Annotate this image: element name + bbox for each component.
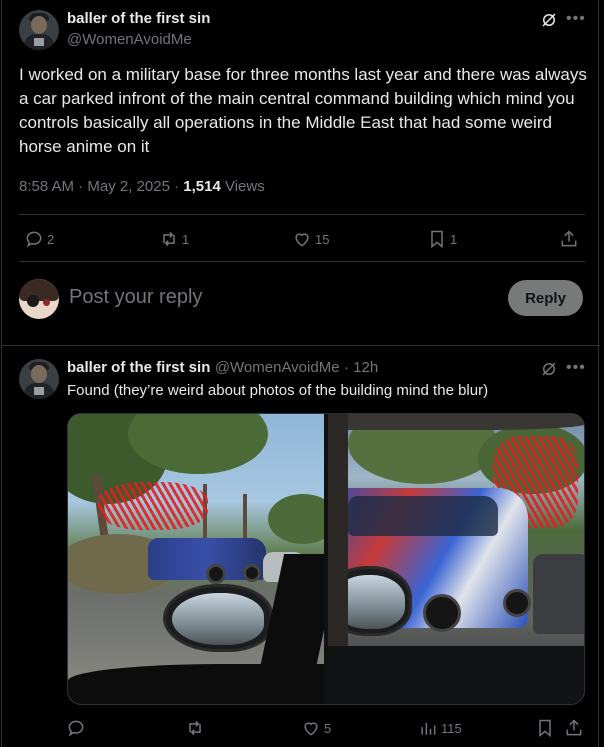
repost-icon bbox=[189, 720, 201, 736]
repost-count: 1 bbox=[182, 231, 190, 247]
grok-icon[interactable] bbox=[540, 360, 558, 378]
repost-icon bbox=[163, 231, 175, 247]
reply-action[interactable] bbox=[66, 716, 89, 740]
divider bbox=[19, 214, 585, 215]
reply-icon bbox=[68, 720, 84, 737]
repost-action[interactable]: 1 bbox=[159, 227, 189, 251]
views-action[interactable]: 115 bbox=[418, 716, 462, 740]
like-action[interactable]: 15 bbox=[292, 227, 329, 251]
like-count: 15 bbox=[315, 231, 330, 247]
bookmark-count: 1 bbox=[450, 231, 458, 247]
user-avatar[interactable] bbox=[19, 279, 59, 319]
author-handle[interactable]: @WomenAvoidMe bbox=[67, 31, 192, 48]
reply-action[interactable]: 2 bbox=[24, 227, 54, 251]
author-avatar[interactable] bbox=[19, 10, 59, 50]
post-actions: 2 1 15 1 bbox=[2, 227, 600, 251]
heart-icon bbox=[295, 233, 309, 247]
divider bbox=[19, 261, 585, 262]
bookmark-icon bbox=[431, 230, 443, 249]
share-icon bbox=[561, 230, 577, 247]
reply-post: baller of the first sin @WomenAvoidMe · … bbox=[2, 347, 600, 747]
views-count: 115 bbox=[441, 720, 462, 736]
repost-action[interactable] bbox=[185, 716, 208, 740]
reply-count: 2 bbox=[47, 231, 55, 247]
post-text: I worked on a military base for three mo… bbox=[19, 65, 587, 156]
grok-icon[interactable] bbox=[540, 11, 558, 29]
view-count: 1,514 bbox=[183, 178, 221, 195]
share-action[interactable] bbox=[564, 716, 584, 740]
reply-input[interactable]: Post your reply bbox=[69, 286, 202, 309]
views-icon bbox=[421, 723, 436, 735]
author-handle[interactable]: @WomenAvoidMe bbox=[215, 359, 340, 376]
more-icon[interactable]: ••• bbox=[566, 11, 586, 27]
bookmark-action[interactable] bbox=[535, 716, 555, 740]
more-icon[interactable]: ••• bbox=[566, 360, 586, 376]
share-action[interactable] bbox=[559, 227, 579, 251]
reply-actions: 5 115 bbox=[2, 718, 600, 738]
main-post: baller of the first sin @WomenAvoidMe ••… bbox=[2, 0, 600, 346]
post-timestamp[interactable]: 8:58 AM · May 2, 2025 · bbox=[19, 178, 183, 195]
author-avatar[interactable] bbox=[19, 359, 59, 399]
media-grid bbox=[67, 413, 585, 705]
reply-icon bbox=[26, 231, 42, 248]
like-action[interactable]: 5 bbox=[301, 716, 331, 740]
reply-time[interactable]: · 12h bbox=[344, 359, 378, 376]
reply-text: Found (they’re weird about photos of the… bbox=[67, 382, 489, 399]
author-name[interactable]: baller of the first sin bbox=[67, 10, 210, 27]
bookmark-action[interactable]: 1 bbox=[427, 227, 457, 251]
heart-icon bbox=[304, 722, 318, 736]
photo-left[interactable] bbox=[68, 414, 324, 704]
timeline-frame: baller of the first sin @WomenAvoidMe ••… bbox=[1, 0, 600, 747]
reply-button[interactable]: Reply bbox=[508, 280, 583, 316]
post-meta: 8:58 AM · May 2, 2025 · 1,514 Views bbox=[19, 178, 265, 195]
bookmark-icon bbox=[539, 719, 551, 738]
share-icon bbox=[566, 719, 582, 736]
author-name[interactable]: baller of the first sin bbox=[67, 359, 210, 376]
photo-right[interactable] bbox=[328, 414, 584, 704]
views-label: Views bbox=[220, 178, 265, 195]
like-count: 5 bbox=[324, 720, 332, 736]
reply-header: baller of the first sin @WomenAvoidMe · … bbox=[67, 359, 378, 377]
